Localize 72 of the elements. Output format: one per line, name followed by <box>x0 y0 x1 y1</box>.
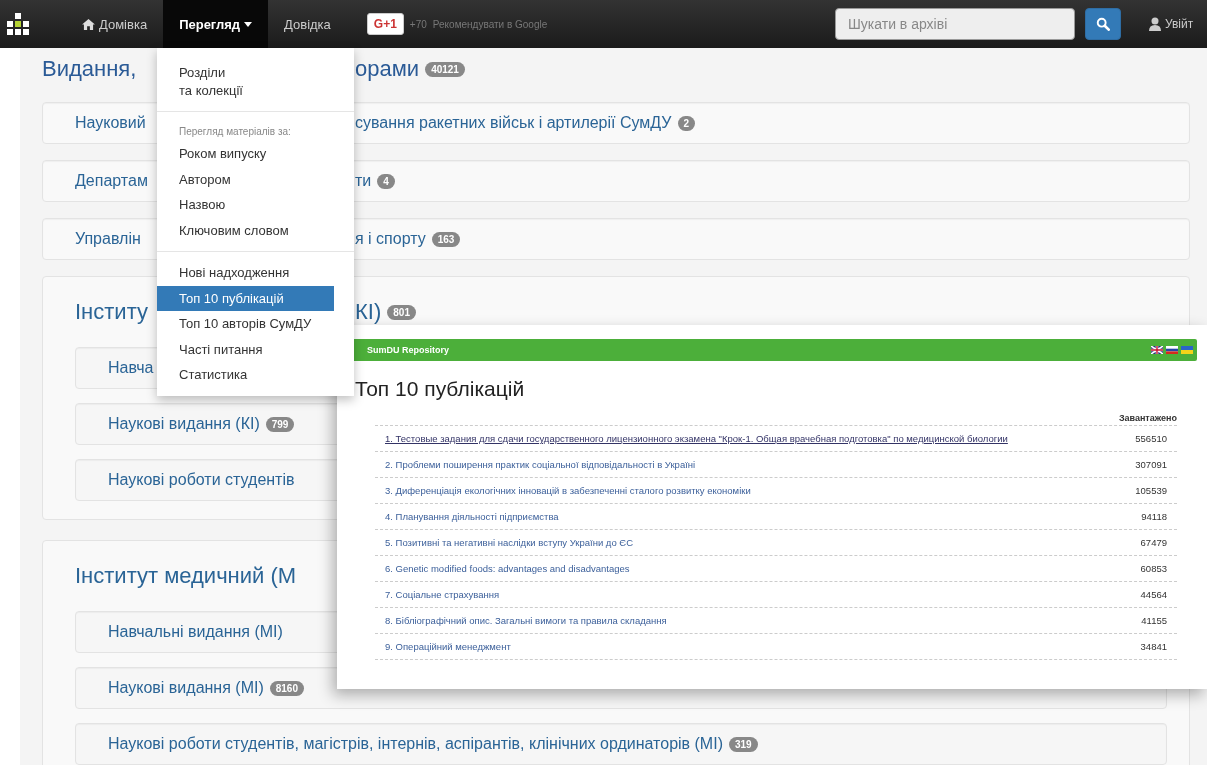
flag-icon[interactable] <box>1151 346 1163 354</box>
collection-link[interactable]: Управлін <box>75 230 141 248</box>
count-badge: 2 <box>677 115 696 131</box>
publication-link[interactable]: 7. Соціальне страхування <box>385 589 500 600</box>
collection-link[interactable]: Наукові видання (КІ) <box>108 415 260 433</box>
page-title: Топ 10 публікацій <box>355 377 526 401</box>
count-badge: 8160 <box>269 680 304 696</box>
menu-item[interactable]: Ключовим словом <box>157 217 354 244</box>
collection-title[interactable]: орами <box>355 56 420 82</box>
plus-count: +70 <box>409 18 427 30</box>
collection-link[interactable]: Науковий <box>75 114 146 132</box>
home-icon <box>82 18 95 30</box>
login-link[interactable]: Увійт <box>1149 17 1207 31</box>
download-count: 307091 <box>1135 459 1167 470</box>
count-badge: 799 <box>265 416 295 432</box>
collection-link[interactable]: Наукові роботи студентів, магістрів, інтернів, аспірантів, клінічних ординаторів (МІ) <box>108 735 723 753</box>
publication-link[interactable]: 6. Genetic modified foods: advantages and disadvantages <box>385 563 630 574</box>
publication-link[interactable]: 5. Позитивні та негативні наслідки вступу України до ЄС <box>385 537 633 548</box>
search-field[interactable]: Шукати в архіві <box>835 8 1075 40</box>
publication-link[interactable]: 4. Планування діяльності підприємства <box>385 511 559 522</box>
menu-item[interactable]: Назвою <box>157 192 354 218</box>
caret-icon <box>244 21 253 27</box>
collection-link[interactable]: ти <box>355 172 372 190</box>
download-count: 94118 <box>1141 511 1167 522</box>
publication-link[interactable]: 9. Операційний менеджмент <box>385 641 511 652</box>
collection-link[interactable]: Навчальні видання (МІ) <box>108 623 283 641</box>
menu-item[interactable]: Автором <box>157 166 354 193</box>
search-button[interactable] <box>1085 8 1121 40</box>
download-count: 67479 <box>1140 537 1167 548</box>
nav-link[interactable]: Домівка <box>66 0 164 48</box>
publication-link[interactable]: 3. Диференціація екологічних інновацій в забезпеченні сталого розвитку економіки <box>385 485 751 496</box>
menu-header: Перегляд матеріалів за: <box>178 125 292 140</box>
publication-link[interactable]: 1. Тестовые задания для сдачи государственного лицензионного экзамена "Крок-1. Общая врачебная подготовка" по медицинской биологии <box>385 433 1008 444</box>
nav-link[interactable]: Довідка <box>268 0 347 48</box>
menu-item[interactable]: Топ 10 авторів СумДУ <box>157 311 354 337</box>
menu-item[interactable]: Роком випуску <box>157 141 354 167</box>
nav-link[interactable]: Перегляд <box>163 0 269 48</box>
dot-grid-logo-icon[interactable] <box>6 12 30 36</box>
publication-link[interactable]: 8. Бібліографічний опис. Загальні вимоги та правила складання <box>385 615 667 626</box>
google-plus-button[interactable]: G+1 <box>366 13 404 35</box>
section-title[interactable]: Інститу <box>75 299 148 325</box>
download-count: 34841 <box>1140 641 1167 652</box>
count-badge: 801 <box>387 304 416 320</box>
menu-item[interactable]: Розділи та колекції <box>157 60 354 104</box>
collection-link[interactable]: Наукові видання (МІ) <box>108 679 264 697</box>
count-badge: 4 <box>377 173 395 189</box>
download-count: 44564 <box>1140 589 1167 600</box>
collection-link[interactable]: Навча <box>108 359 154 377</box>
flag-icon[interactable] <box>1166 346 1178 354</box>
menu-item[interactable]: Часті питання <box>157 336 354 363</box>
collection-link[interactable]: Департам <box>75 172 148 190</box>
section-title[interactable]: КІ) <box>355 299 382 325</box>
download-count: 41155 <box>1141 615 1167 626</box>
menu-item[interactable]: Нові надходження <box>157 260 354 286</box>
recommend-text: Рекомендувати в Google <box>432 18 548 30</box>
collection-link[interactable]: Наукові роботи студентів <box>108 471 295 489</box>
download-count: 105539 <box>1135 485 1167 496</box>
column-header: Завантажено <box>1118 413 1177 423</box>
section-title[interactable]: Інститут медичний (М <box>75 563 297 589</box>
collection-title[interactable]: Видання, <box>42 56 137 82</box>
count-badge: 40121 <box>425 61 465 77</box>
collection-link[interactable]: сування ракетних військ і артилерії СумДУ <box>355 114 672 132</box>
count-badge: 163 <box>431 231 461 247</box>
count-badge: 319 <box>728 736 758 752</box>
download-count: 60853 <box>1140 563 1167 574</box>
publication-link[interactable]: 2. Проблеми поширення практик соціальної відповідальності в Україні <box>385 459 696 470</box>
menu-item[interactable]: Топ 10 публікацій <box>157 285 334 312</box>
download-count: 556510 <box>1135 433 1167 444</box>
user-icon <box>1149 17 1161 31</box>
collection-link[interactable]: я і спорту <box>355 230 426 248</box>
search-icon <box>1096 17 1110 31</box>
menu-item[interactable]: Статистика <box>157 362 354 388</box>
